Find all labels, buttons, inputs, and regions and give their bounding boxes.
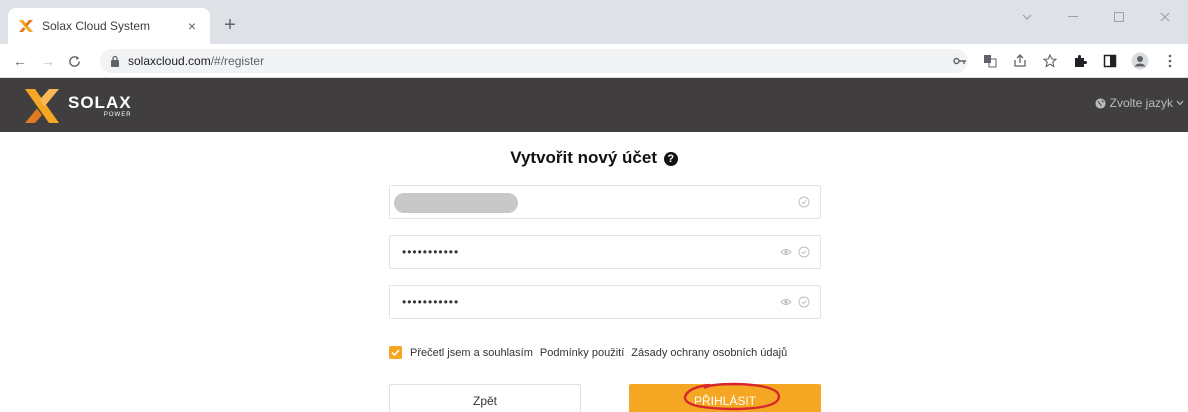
bookmark-star-icon[interactable] (1040, 51, 1060, 71)
lock-icon (111, 55, 119, 67)
username-field[interactable] (389, 185, 821, 219)
more-icon[interactable] (1160, 51, 1180, 71)
password-input[interactable] (390, 236, 820, 268)
check-circle-icon (798, 296, 810, 308)
logo-word: SOLAX (68, 93, 132, 112)
checkmark-icon (391, 349, 400, 356)
browser-tabstrip: Solax Cloud System × + (0, 0, 1188, 44)
tab-title: Solax Cloud System (42, 19, 151, 33)
agree-checkbox[interactable] (389, 346, 402, 359)
confirm-password-input[interactable] (390, 286, 820, 318)
back-button[interactable]: Zpět (389, 384, 581, 412)
minimize-icon[interactable] (1050, 0, 1096, 34)
tab-close-icon[interactable]: × (184, 18, 200, 34)
browser-tab[interactable]: Solax Cloud System × (8, 8, 210, 44)
logo-subtitle: POWER (103, 112, 132, 118)
solax-favicon-icon (19, 20, 33, 32)
site-header: SOLAX POWER Zvolte jazyk (0, 78, 1188, 132)
page-title: Vytvořit nový účet ? (0, 148, 1188, 168)
forward-arrow-icon[interactable]: → (38, 51, 58, 71)
tab-search-icon[interactable] (1004, 0, 1050, 34)
chevron-down-icon (1176, 100, 1184, 106)
globe-icon (1095, 97, 1106, 109)
language-label: Zvolte jazyk (1109, 96, 1173, 110)
eye-icon[interactable] (780, 246, 792, 258)
check-circle-icon (798, 246, 810, 258)
share-icon[interactable] (1010, 51, 1030, 71)
password-field[interactable] (389, 235, 821, 269)
language-selector[interactable]: Zvolte jazyk (1095, 96, 1188, 110)
privacy-link[interactable]: Zásady ochrany osobních údajů (631, 347, 787, 359)
reload-icon[interactable] (64, 51, 84, 71)
maximize-icon[interactable] (1096, 0, 1142, 34)
solax-logo[interactable]: SOLAX POWER (22, 86, 132, 126)
redacted-value-mask (394, 193, 518, 213)
window-controls (1004, 0, 1188, 44)
extensions-icon[interactable] (1070, 51, 1090, 71)
eye-icon[interactable] (780, 296, 792, 308)
submit-button[interactable]: PŘIHLÁSIT (629, 384, 821, 412)
key-icon[interactable] (950, 51, 970, 71)
back-arrow-icon[interactable]: ← (10, 51, 30, 71)
check-circle-icon (798, 196, 810, 208)
profile-icon[interactable] (1130, 51, 1150, 71)
solax-x-logo-icon (25, 89, 59, 123)
help-icon[interactable]: ? (663, 152, 678, 166)
url-text: solaxcloud.com/#/register (128, 54, 264, 68)
sidepanel-icon[interactable] (1100, 51, 1120, 71)
browser-toolbar: ← → solaxcloud.com/#/register (0, 44, 1188, 78)
url-host: solaxcloud.com (128, 54, 211, 68)
translate-icon[interactable] (980, 51, 1000, 71)
agree-text: Přečetl jsem a souhlasím (410, 346, 533, 359)
toolbar-icons (950, 51, 1180, 71)
close-window-icon[interactable] (1142, 0, 1188, 34)
logo-text: SOLAX POWER (68, 94, 132, 118)
new-tab-button[interactable]: + (218, 14, 242, 38)
terms-agreement: Přečetl jsem a souhlasím Podmínky použit… (389, 346, 787, 359)
url-path: /#/register (210, 54, 265, 68)
page-title-text: Vytvořit nový účet (510, 148, 657, 167)
address-bar[interactable]: solaxcloud.com/#/register (100, 49, 968, 73)
confirm-password-field[interactable] (389, 285, 821, 319)
terms-link[interactable]: Podmínky použití (540, 347, 624, 359)
